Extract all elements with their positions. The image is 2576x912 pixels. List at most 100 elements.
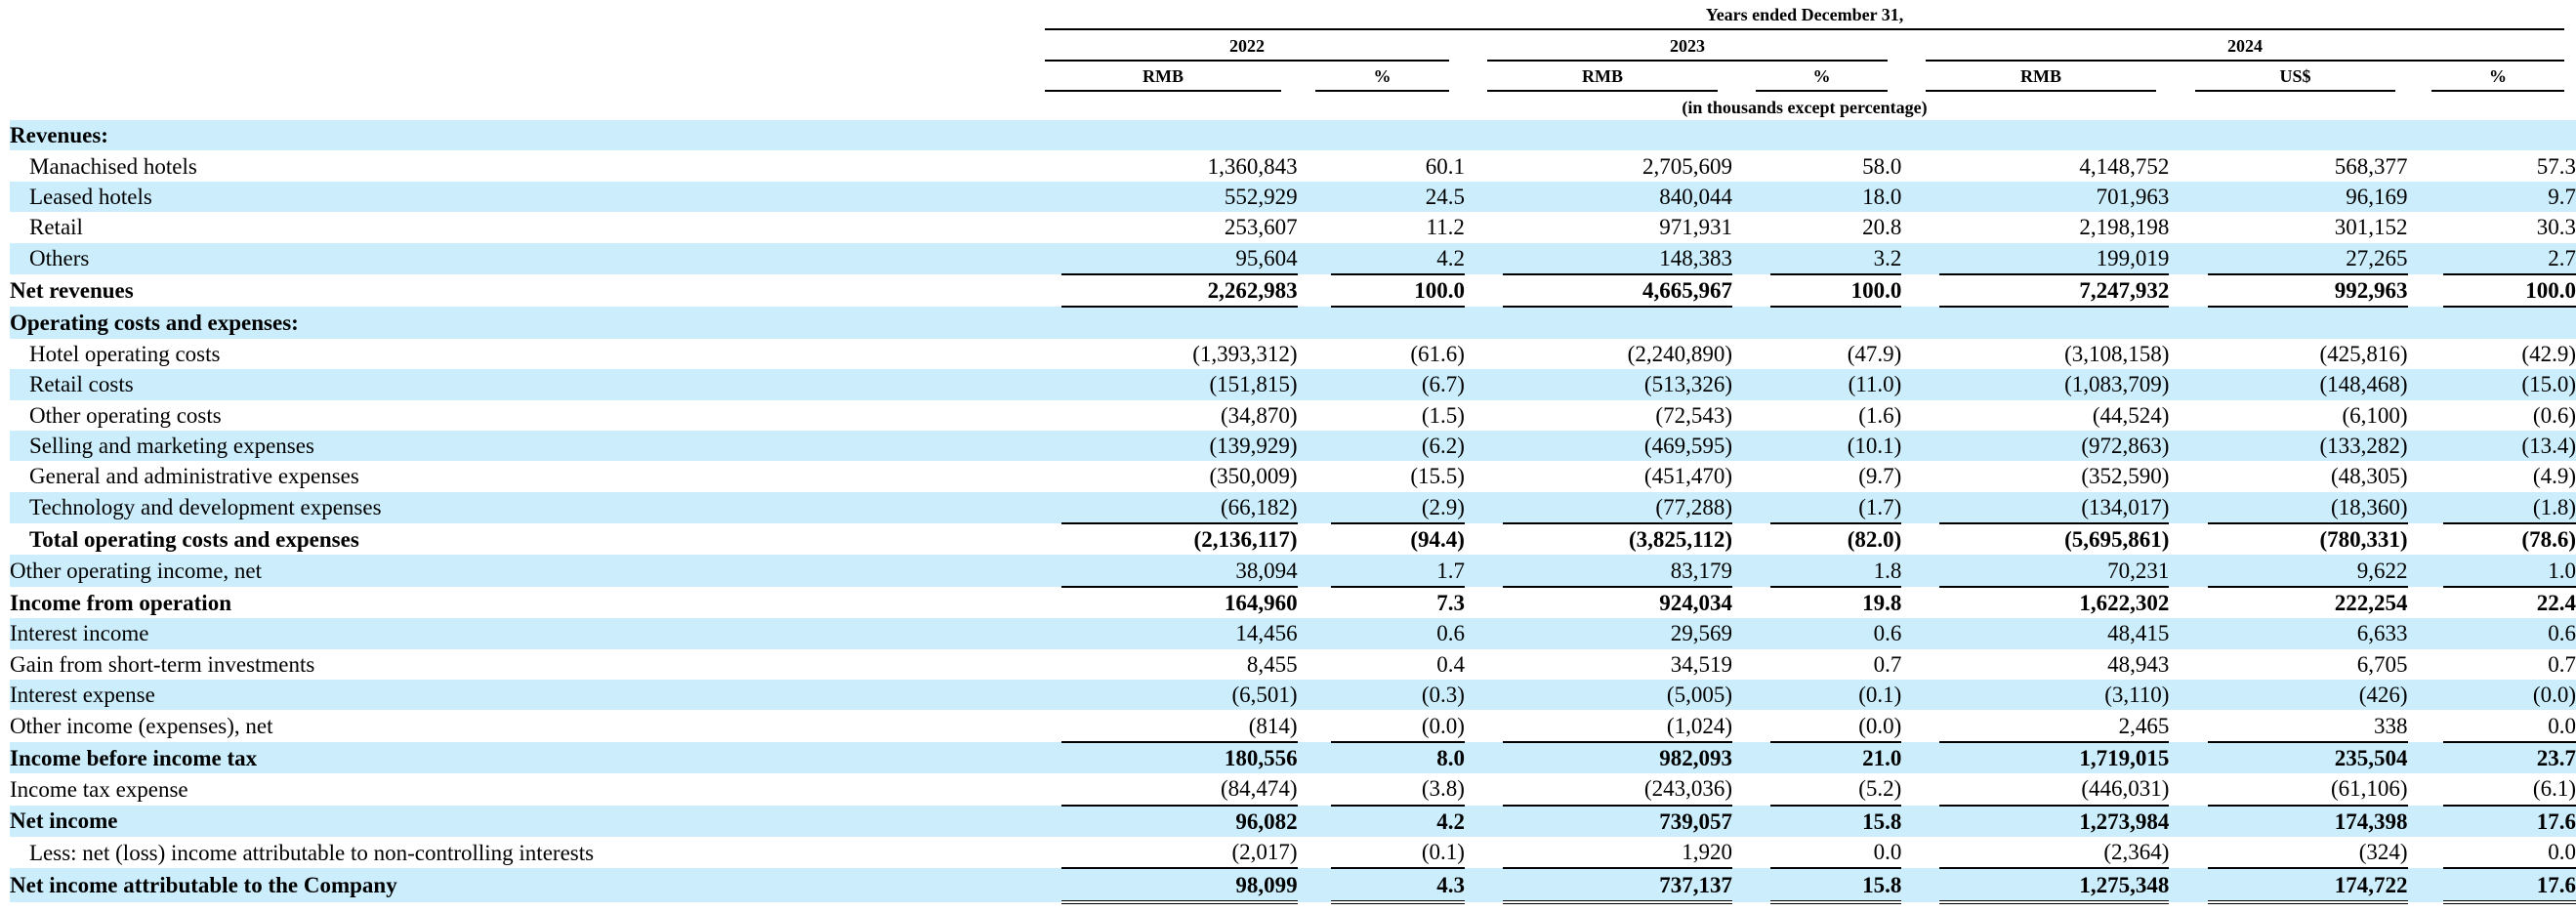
row-selling-marketing: Selling and marketing expenses (139,929) (… xyxy=(10,430,2576,462)
column-gap xyxy=(2169,618,2209,649)
col-2024-rmb-rule xyxy=(1926,90,2156,92)
column-gap xyxy=(2408,150,2444,181)
cell-2022-rmb: (139,929) xyxy=(1061,430,1298,462)
cell-2024-pct: (4.9) xyxy=(2532,464,2576,489)
cell-2023-rmb: (2,240,890) xyxy=(1627,341,1732,366)
cell-2022-rmb: 180,556 xyxy=(1061,741,1298,774)
column-gap xyxy=(1901,587,1939,618)
cell-2024-rmb: 2,198,198 xyxy=(2079,215,2170,240)
column-gap xyxy=(1465,274,1503,307)
column-gap xyxy=(1464,369,1503,400)
cell-2024-pct: (0.6) xyxy=(2532,402,2576,428)
cell-2022-pct: 24.5 xyxy=(1331,181,1465,213)
column-gap xyxy=(1464,307,1503,339)
cell-2023-rmb: 982,093 xyxy=(1502,741,1732,774)
cell-2024-rmb: 48,415 xyxy=(1939,618,2170,649)
column-gap xyxy=(1297,680,1332,711)
cell-2024-usd: 96,169 xyxy=(2208,181,2408,213)
cell-2022-pct: 100.0 xyxy=(1331,273,1465,309)
column-gap xyxy=(1732,242,1770,274)
column-gap xyxy=(1298,837,1332,868)
column-gap xyxy=(1732,181,1770,213)
column-gap xyxy=(1732,710,1770,741)
row-total-operating-costs: Total operating costs and expenses (2,136… xyxy=(10,523,2576,555)
row-income-before-tax: Income before income tax 180,556 8.0 982,09… xyxy=(10,741,2576,774)
cell-2024-rmb: (446,031) xyxy=(1939,773,2170,807)
cell-2023-rmb: 29,569 xyxy=(1502,618,1732,649)
row-interest-expense: Interest expense (6,501) (0.3) (5,005) (0.1)… xyxy=(10,680,2576,711)
cell-2024-rmb: (352,590) xyxy=(2081,464,2170,489)
column-gap xyxy=(1732,461,1770,491)
column-gap xyxy=(1464,618,1503,649)
column-gap xyxy=(1732,274,1770,307)
cell-2023-rmb: (469,595) xyxy=(1502,430,1732,462)
column-gap xyxy=(2407,242,2444,274)
year-2024-header: 2024 xyxy=(2227,36,2263,56)
col-2024-usd-header: US$ xyxy=(2279,66,2311,86)
column-gap xyxy=(2169,773,2208,805)
cell-2024-pct: 0.6 xyxy=(2443,618,2576,649)
cell-2022-rmb: 95,604 xyxy=(1061,242,1298,275)
cell-2024-rmb: 1,719,015 xyxy=(1939,741,2170,774)
cell-2022-pct: (2.9) xyxy=(1331,491,1465,525)
column-gap xyxy=(1732,523,1770,555)
cell-2024-rmb: 1,275,348 xyxy=(1939,868,2170,904)
column-gap xyxy=(2169,461,2208,491)
cell-2022-rmb: 1,360,843 xyxy=(1207,153,1298,179)
row-label: Operating costs and expenses: xyxy=(10,307,1062,339)
period-title: Years ended December 31, xyxy=(1705,5,1904,24)
row-other-operating-costs: Other operating costs (34,870) (1.5) (72,54… xyxy=(10,400,2576,431)
cell-2023-pct: 19.8 xyxy=(1862,591,1902,616)
column-gap xyxy=(1732,212,1770,242)
cell-2022-pct: (3.8) xyxy=(1331,773,1465,807)
column-gap xyxy=(2407,491,2444,524)
col-2024-pct-header: % xyxy=(2489,66,2507,86)
row-label: Gain from short-term investments xyxy=(10,651,315,677)
cell-2023-rmb: (72,543) xyxy=(1655,402,1732,428)
column-gap xyxy=(1464,491,1503,524)
cell-2024-usd: 27,265 xyxy=(2208,242,2408,275)
row-label: Leased hotels xyxy=(10,181,1062,213)
cell-2023-rmb: 737,137 xyxy=(1502,868,1732,904)
column-gap xyxy=(2408,212,2444,242)
column-gap xyxy=(2169,212,2208,242)
column-gap xyxy=(1901,868,1940,902)
row-retail-costs: Retail costs (151,815) (6.7) (513,326) (11.0… xyxy=(10,369,2576,400)
income-statement-page: { "header": { "period_title": "Years end… xyxy=(0,0,2576,912)
cell-2023-rmb: (5,005) xyxy=(1502,680,1732,711)
column-gap xyxy=(1298,400,1332,431)
cell-2022-pct: 4.3 xyxy=(1331,868,1465,904)
column-gap xyxy=(1465,339,1503,369)
col-2024-rmb-header: RMB xyxy=(2020,66,2061,86)
section-operating-costs: Operating costs and expenses: xyxy=(10,307,2576,339)
row-manachised-hotels: Manachised hotels 1,360,843 60.1 2,705,609 5… xyxy=(10,150,2576,181)
column-gap xyxy=(1901,491,1940,524)
cell-2023-rmb xyxy=(1502,120,1732,151)
column-gap xyxy=(1464,555,1503,587)
col-2024-pct-rule xyxy=(2431,90,2564,92)
column-gap xyxy=(1901,461,1939,491)
column-gap xyxy=(2169,805,2209,837)
row-other-income-expenses: Other income (expenses), net (814) (0.0) (1… xyxy=(10,710,2576,743)
column-gap xyxy=(1901,649,1939,680)
cell-2022-rmb: (151,815) xyxy=(1061,369,1298,400)
row-interest-income: Interest income 14,456 0.6 29,569 0.6 48,415 6… xyxy=(10,618,2576,649)
column-gap xyxy=(1297,430,1332,462)
cell-2022-rmb: (84,474) xyxy=(1061,773,1298,807)
column-gap xyxy=(1901,400,1939,431)
column-gap xyxy=(1732,369,1770,400)
column-gap xyxy=(2169,400,2208,431)
column-gap xyxy=(1297,491,1332,524)
col-2022-pct-rule xyxy=(1315,90,1449,92)
cell-2024-pct: (78.6) xyxy=(2521,527,2576,553)
column-gap xyxy=(2408,649,2444,680)
cell-2022-rmb xyxy=(1061,307,1298,339)
cell-2024-rmb: (134,017) xyxy=(1939,491,2170,525)
cell-2023-rmb: (513,326) xyxy=(1502,369,1732,400)
period-title-rule xyxy=(1045,28,2564,30)
column-gap xyxy=(1901,339,1939,369)
col-2024-usd-rule xyxy=(2195,90,2395,92)
column-gap xyxy=(2407,430,2444,462)
column-gap xyxy=(1901,555,1940,587)
column-gap xyxy=(2169,181,2209,213)
